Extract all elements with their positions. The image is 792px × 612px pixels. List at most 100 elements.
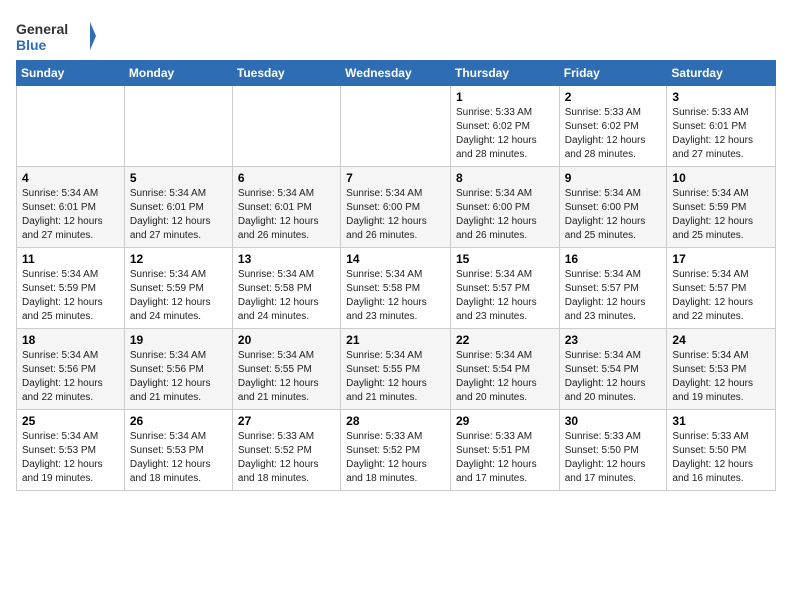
day-number: 10 — [672, 171, 770, 185]
calendar-cell: 24 Sunrise: 5:34 AM Sunset: 5:53 PM Dayli… — [667, 329, 776, 410]
day-info: Sunrise: 5:33 AM Sunset: 5:50 PM Dayligh… — [672, 430, 770, 486]
day-number: 22 — [456, 333, 554, 347]
day-header-sunday: Sunday — [17, 61, 125, 86]
calendar-week-row: 25 Sunrise: 5:34 AM Sunset: 5:53 PM Dayli… — [17, 410, 776, 491]
day-number: 2 — [565, 90, 662, 104]
day-number: 31 — [672, 414, 770, 428]
day-info: Sunrise: 5:34 AM Sunset: 6:00 PM Dayligh… — [565, 187, 662, 243]
day-info: Sunrise: 5:34 AM Sunset: 5:57 PM Dayligh… — [456, 268, 554, 324]
calendar-cell: 9 Sunrise: 5:34 AM Sunset: 6:00 PM Daylig… — [559, 167, 667, 248]
calendar-cell: 15 Sunrise: 5:34 AM Sunset: 5:57 PM Dayli… — [450, 248, 559, 329]
day-number: 11 — [22, 252, 119, 266]
day-info: Sunrise: 5:34 AM Sunset: 5:55 PM Dayligh… — [238, 349, 335, 405]
day-number: 29 — [456, 414, 554, 428]
day-number: 9 — [565, 171, 662, 185]
calendar-cell: 30 Sunrise: 5:33 AM Sunset: 5:50 PM Dayli… — [559, 410, 667, 491]
calendar-cell — [124, 86, 232, 167]
calendar-cell: 3 Sunrise: 5:33 AM Sunset: 6:01 PM Daylig… — [667, 86, 776, 167]
day-info: Sunrise: 5:34 AM Sunset: 5:58 PM Dayligh… — [346, 268, 445, 324]
day-header-wednesday: Wednesday — [341, 61, 451, 86]
calendar-cell: 13Sunrise: 5:34 AM Sunset: 5:58 PM Dayli… — [232, 248, 340, 329]
calendar-week-row: 11 Sunrise: 5:34 AM Sunset: 5:59 PM Dayli… — [17, 248, 776, 329]
day-info: Sunrise: 5:33 AM Sunset: 5:52 PM Dayligh… — [346, 430, 445, 486]
calendar-cell: 23 Sunrise: 5:34 AM Sunset: 5:54 PM Dayli… — [559, 329, 667, 410]
day-number: 19 — [130, 333, 227, 347]
day-info: Sunrise: 5:33 AM Sunset: 6:02 PM Dayligh… — [565, 106, 662, 162]
day-info: Sunrise: 5:33 AM Sunset: 5:52 PM Dayligh… — [238, 430, 335, 486]
calendar-cell: 2 Sunrise: 5:33 AM Sunset: 6:02 PM Daylig… — [559, 86, 667, 167]
day-info: Sunrise: 5:34 AM Sunset: 5:53 PM Dayligh… — [22, 430, 119, 486]
day-info: Sunrise: 5:33 AM Sunset: 5:50 PM Dayligh… — [565, 430, 662, 486]
day-header-tuesday: Tuesday — [232, 61, 340, 86]
day-number: 30 — [565, 414, 662, 428]
day-number: 20 — [238, 333, 335, 347]
day-number: 15 — [456, 252, 554, 266]
calendar-cell: 17 Sunrise: 5:34 AM Sunset: 5:57 PM Dayli… — [667, 248, 776, 329]
day-number: 18 — [22, 333, 119, 347]
day-info: Sunrise: 5:33 AM Sunset: 6:01 PM Dayligh… — [672, 106, 770, 162]
day-number: 17 — [672, 252, 770, 266]
calendar-week-row: 4 Sunrise: 5:34 AM Sunset: 6:01 PM Daylig… — [17, 167, 776, 248]
calendar-cell: 4 Sunrise: 5:34 AM Sunset: 6:01 PM Daylig… — [17, 167, 125, 248]
day-number: 7 — [346, 171, 445, 185]
day-info: Sunrise: 5:34 AM Sunset: 5:57 PM Dayligh… — [672, 268, 770, 324]
calendar-cell: 18 Sunrise: 5:34 AM Sunset: 5:56 PM Dayli… — [17, 329, 125, 410]
calendar-cell: 20 Sunrise: 5:34 AM Sunset: 5:55 PM Dayli… — [232, 329, 340, 410]
day-number: 3 — [672, 90, 770, 104]
day-info: Sunrise: 5:34 AM Sunset: 6:01 PM Dayligh… — [238, 187, 335, 243]
day-info: Sunrise: 5:34 AM Sunset: 5:53 PM Dayligh… — [672, 349, 770, 405]
day-info: Sunrise: 5:34 AM Sunset: 5:55 PM Dayligh… — [346, 349, 445, 405]
header: General Blue — [16, 16, 776, 56]
day-number: 26 — [130, 414, 227, 428]
day-info: Sunrise: 5:34 AM Sunset: 6:00 PM Dayligh… — [346, 187, 445, 243]
day-info: Sunrise: 5:34 AM Sunset: 5:54 PM Dayligh… — [456, 349, 554, 405]
day-header-thursday: Thursday — [450, 61, 559, 86]
day-info: Sunrise: 5:34 AM Sunset: 5:53 PM Dayligh… — [130, 430, 227, 486]
calendar-cell: 1 Sunrise: 5:33 AM Sunset: 6:02 PM Daylig… — [450, 86, 559, 167]
day-number: 13 — [238, 252, 335, 266]
calendar-cell: 14 Sunrise: 5:34 AM Sunset: 5:58 PM Dayli… — [341, 248, 451, 329]
day-info: Sunrise: 5:33 AM Sunset: 6:02 PM Dayligh… — [456, 106, 554, 162]
calendar-cell — [341, 86, 451, 167]
day-info: Sunrise: 5:34 AM Sunset: 5:56 PM Dayligh… — [22, 349, 119, 405]
svg-text:Blue: Blue — [16, 37, 47, 53]
calendar-cell: 22 Sunrise: 5:34 AM Sunset: 5:54 PM Dayli… — [450, 329, 559, 410]
calendar-cell: 27 Sunrise: 5:33 AM Sunset: 5:52 PM Dayli… — [232, 410, 340, 491]
calendar-cell: 21Sunrise: 5:34 AM Sunset: 5:55 PM Dayli… — [341, 329, 451, 410]
day-info: Sunrise: 5:34 AM Sunset: 6:00 PM Dayligh… — [456, 187, 554, 243]
day-info: Sunrise: 5:34 AM Sunset: 5:59 PM Dayligh… — [22, 268, 119, 324]
day-number: 14 — [346, 252, 445, 266]
day-info: Sunrise: 5:34 AM Sunset: 5:57 PM Dayligh… — [565, 268, 662, 324]
day-number: 16 — [565, 252, 662, 266]
day-info: Sunrise: 5:34 AM Sunset: 5:54 PM Dayligh… — [565, 349, 662, 405]
calendar-table: SundayMondayTuesdayWednesdayThursdayFrid… — [16, 60, 776, 491]
calendar-cell: 28 Sunrise: 5:33 AM Sunset: 5:52 PM Dayli… — [341, 410, 451, 491]
svg-text:General: General — [16, 21, 68, 37]
calendar-cell: 25 Sunrise: 5:34 AM Sunset: 5:53 PM Dayli… — [17, 410, 125, 491]
day-number: 6 — [238, 171, 335, 185]
day-info: Sunrise: 5:34 AM Sunset: 5:59 PM Dayligh… — [130, 268, 227, 324]
day-number: 1 — [456, 90, 554, 104]
calendar-header-row: SundayMondayTuesdayWednesdayThursdayFrid… — [17, 61, 776, 86]
day-number: 25 — [22, 414, 119, 428]
calendar-cell: 12Sunrise: 5:34 AM Sunset: 5:59 PM Dayli… — [124, 248, 232, 329]
calendar-cell: 10Sunrise: 5:34 AM Sunset: 5:59 PM Dayli… — [667, 167, 776, 248]
logo-svg: General Blue — [16, 16, 96, 56]
day-number: 23 — [565, 333, 662, 347]
day-number: 4 — [22, 171, 119, 185]
day-number: 24 — [672, 333, 770, 347]
calendar-cell: 8 Sunrise: 5:34 AM Sunset: 6:00 PM Daylig… — [450, 167, 559, 248]
day-info: Sunrise: 5:34 AM Sunset: 5:56 PM Dayligh… — [130, 349, 227, 405]
calendar-cell: 26 Sunrise: 5:34 AM Sunset: 5:53 PM Dayli… — [124, 410, 232, 491]
day-header-saturday: Saturday — [667, 61, 776, 86]
day-number: 8 — [456, 171, 554, 185]
day-info: Sunrise: 5:34 AM Sunset: 6:01 PM Dayligh… — [22, 187, 119, 243]
calendar-cell: 29 Sunrise: 5:33 AM Sunset: 5:51 PM Dayli… — [450, 410, 559, 491]
calendar-cell: 19 Sunrise: 5:34 AM Sunset: 5:56 PM Dayli… — [124, 329, 232, 410]
day-number: 28 — [346, 414, 445, 428]
day-info: Sunrise: 5:33 AM Sunset: 5:51 PM Dayligh… — [456, 430, 554, 486]
calendar-cell: 16 Sunrise: 5:34 AM Sunset: 5:57 PM Dayli… — [559, 248, 667, 329]
day-header-friday: Friday — [559, 61, 667, 86]
day-number: 27 — [238, 414, 335, 428]
calendar-week-row: 18 Sunrise: 5:34 AM Sunset: 5:56 PM Dayli… — [17, 329, 776, 410]
